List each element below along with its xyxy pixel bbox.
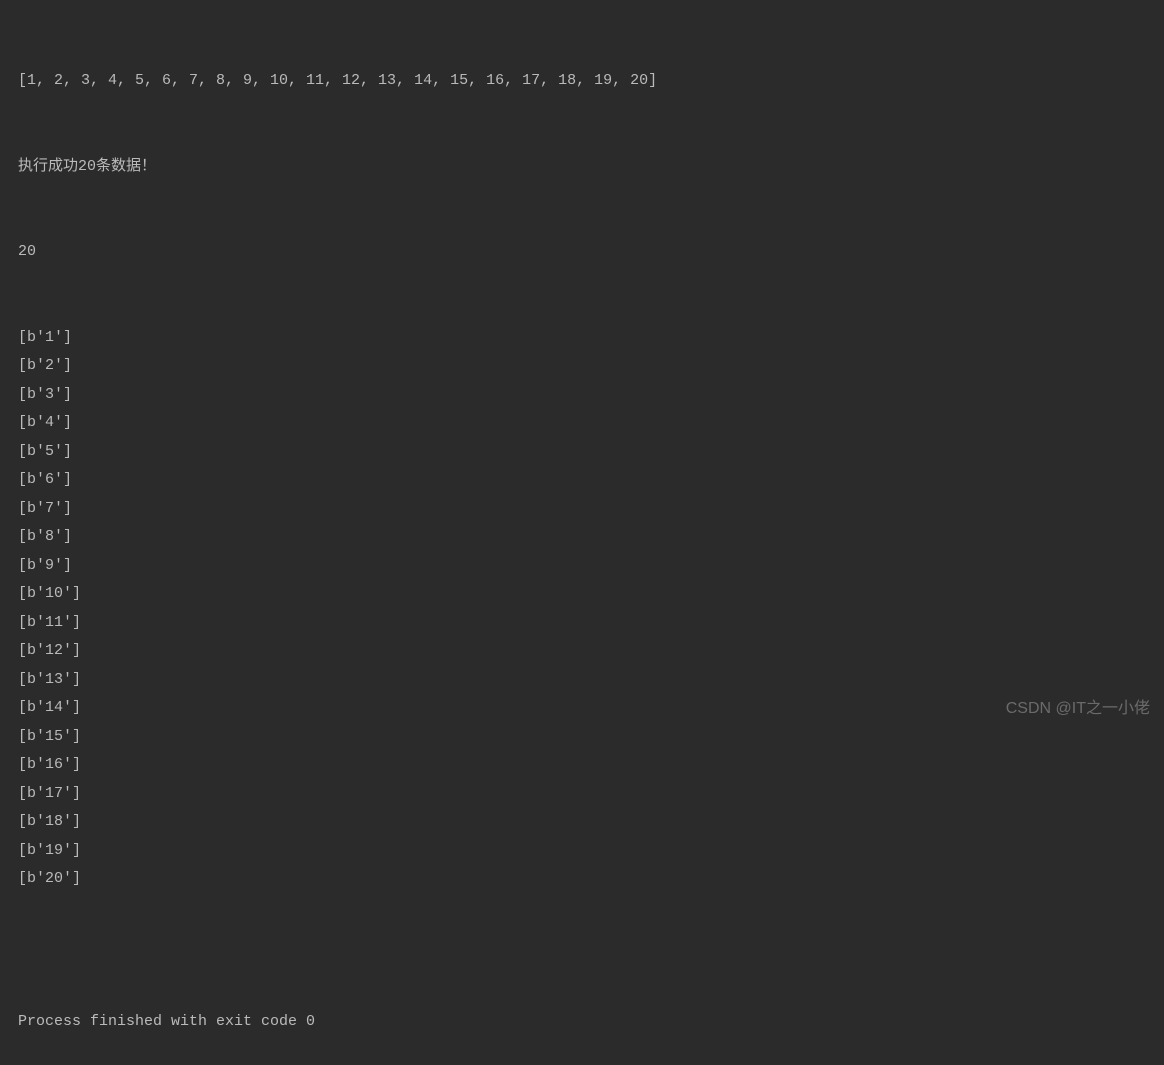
byte-line: [b'8'] bbox=[18, 523, 1146, 552]
byte-line: [b'10'] bbox=[18, 580, 1146, 609]
byte-line: [b'6'] bbox=[18, 466, 1146, 495]
byte-lines-container: [b'1'][b'2'][b'3'][b'4'][b'5'][b'6'][b'7… bbox=[18, 324, 1146, 894]
byte-line: [b'12'] bbox=[18, 637, 1146, 666]
watermark-text: CSDN @IT之一小佬 bbox=[1006, 694, 1150, 724]
console-output: [1, 2, 3, 4, 5, 6, 7, 8, 9, 10, 11, 12, … bbox=[18, 10, 1146, 1065]
byte-line: [b'19'] bbox=[18, 837, 1146, 866]
byte-line: [b'16'] bbox=[18, 751, 1146, 780]
byte-line: [b'18'] bbox=[18, 808, 1146, 837]
byte-line: [b'15'] bbox=[18, 723, 1146, 752]
byte-line: [b'17'] bbox=[18, 780, 1146, 809]
byte-line: [b'9'] bbox=[18, 552, 1146, 581]
output-count: 20 bbox=[18, 238, 1146, 267]
byte-line: [b'1'] bbox=[18, 324, 1146, 353]
output-list: [1, 2, 3, 4, 5, 6, 7, 8, 9, 10, 11, 12, … bbox=[18, 67, 1146, 96]
byte-line: [b'11'] bbox=[18, 609, 1146, 638]
byte-line: [b'3'] bbox=[18, 381, 1146, 410]
byte-line: [b'7'] bbox=[18, 495, 1146, 524]
byte-line: [b'2'] bbox=[18, 352, 1146, 381]
byte-line: [b'13'] bbox=[18, 666, 1146, 695]
byte-line: [b'20'] bbox=[18, 865, 1146, 894]
output-success-message: 执行成功20条数据！ bbox=[18, 153, 1146, 182]
byte-line: [b'4'] bbox=[18, 409, 1146, 438]
byte-line: [b'5'] bbox=[18, 438, 1146, 467]
byte-line: [b'14'] bbox=[18, 694, 1146, 723]
exit-message: Process finished with exit code 0 bbox=[18, 1008, 1146, 1037]
